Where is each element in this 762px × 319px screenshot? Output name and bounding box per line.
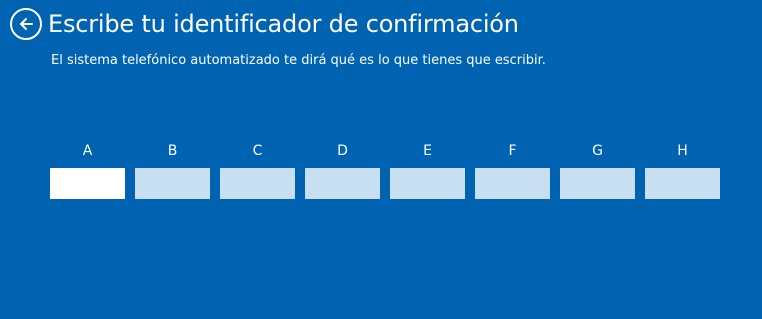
field-label-e: E	[423, 143, 432, 159]
field-input-b[interactable]	[135, 168, 210, 199]
field-label-g: G	[592, 143, 603, 159]
field-g: G	[560, 142, 635, 199]
confirmation-id-fields: A B C D E F G H	[50, 142, 720, 199]
field-f: F	[475, 142, 550, 199]
field-label-f: F	[508, 143, 517, 159]
field-h: H	[645, 142, 720, 199]
field-label-d: D	[337, 143, 348, 159]
back-arrow-icon	[18, 16, 34, 32]
field-c: C	[220, 142, 295, 199]
field-label-b: B	[167, 143, 178, 159]
field-a: A	[50, 142, 125, 199]
field-input-g[interactable]	[560, 168, 635, 199]
page-subtitle: El sistema telefónico automatizado te di…	[51, 53, 546, 68]
field-e: E	[390, 142, 465, 199]
field-b: B	[135, 142, 210, 199]
field-input-h[interactable]	[645, 168, 720, 199]
field-label-h: H	[677, 143, 688, 159]
field-label-c: C	[252, 143, 263, 159]
field-label-a: A	[82, 143, 93, 159]
field-input-d[interactable]	[305, 168, 380, 199]
field-d: D	[305, 142, 380, 199]
page-title: Escribe tu identificador de confirmación	[48, 10, 519, 38]
header: Escribe tu identificador de confirmación	[10, 8, 519, 40]
back-button[interactable]	[10, 8, 42, 40]
field-input-e[interactable]	[390, 168, 465, 199]
field-input-f[interactable]	[475, 168, 550, 199]
field-input-c[interactable]	[220, 168, 295, 199]
field-input-a[interactable]	[50, 168, 125, 199]
